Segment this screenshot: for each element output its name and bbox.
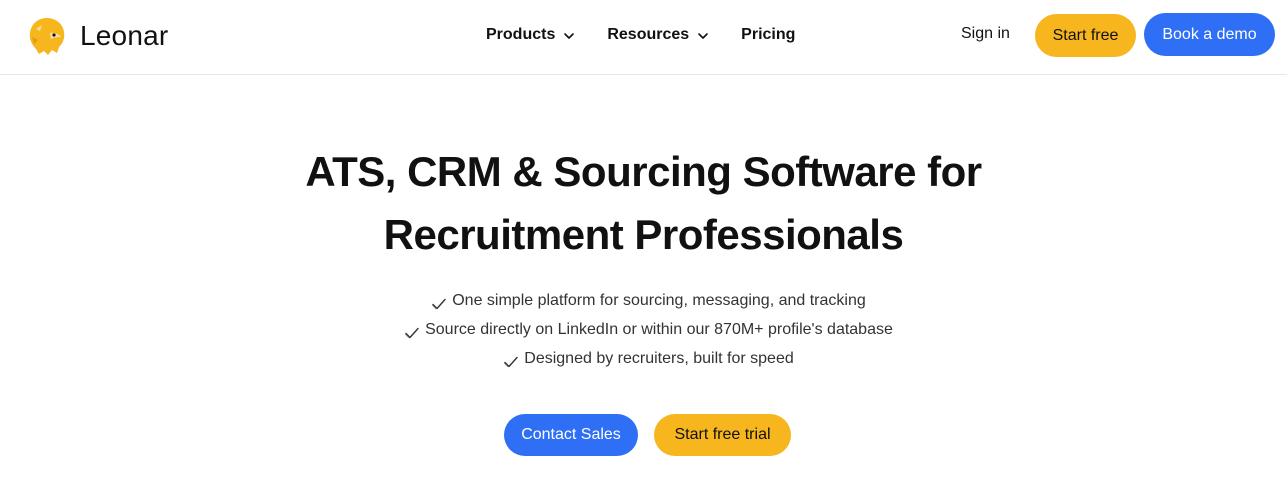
top-navbar: Leonar Products Resources Pricing Sign i… <box>0 0 1287 75</box>
brand-logo[interactable]: Leonar <box>26 15 168 57</box>
nav-products-label: Products <box>486 26 556 43</box>
feature-list: One simple platform for sourcing, messag… <box>0 286 1287 373</box>
hero-title-line-1: ATS, CRM & Sourcing Software for <box>305 148 982 195</box>
check-icon <box>431 293 447 309</box>
lion-head-icon <box>26 15 68 57</box>
check-icon <box>404 322 420 338</box>
feature-item: Designed by recruiters, built for speed <box>0 344 1287 373</box>
nav-pricing[interactable]: Pricing <box>741 24 795 46</box>
start-free-trial-button[interactable]: Start free trial <box>654 414 791 456</box>
nav-products[interactable]: Products <box>486 24 575 46</box>
check-icon <box>503 351 519 367</box>
contact-sales-button[interactable]: Contact Sales <box>504 414 638 456</box>
chevron-down-icon <box>563 29 575 41</box>
sign-in-link[interactable]: Sign in <box>961 25 1010 43</box>
feature-item: Source directly on LinkedIn or within ou… <box>0 315 1287 344</box>
nav-pricing-label: Pricing <box>741 26 796 43</box>
feature-item: One simple platform for sourcing, messag… <box>0 286 1287 315</box>
hero-title: ATS, CRM & Sourcing Software for Recruit… <box>0 140 1287 266</box>
main-nav: Products Resources Pricing <box>486 24 795 46</box>
book-demo-button[interactable]: Book a demo <box>1144 13 1275 56</box>
nav-resources[interactable]: Resources <box>607 24 709 46</box>
feature-text: Source directly on LinkedIn or within ou… <box>425 321 893 338</box>
feature-text: One simple platform for sourcing, messag… <box>452 292 866 309</box>
nav-resources-label: Resources <box>607 26 690 43</box>
brand-name: Leonar <box>80 20 169 51</box>
chevron-down-icon <box>697 29 709 41</box>
start-free-button[interactable]: Start free <box>1035 14 1136 57</box>
hero-title-line-2: Recruitment Professionals <box>383 211 904 258</box>
feature-text: Designed by recruiters, built for speed <box>524 350 794 367</box>
